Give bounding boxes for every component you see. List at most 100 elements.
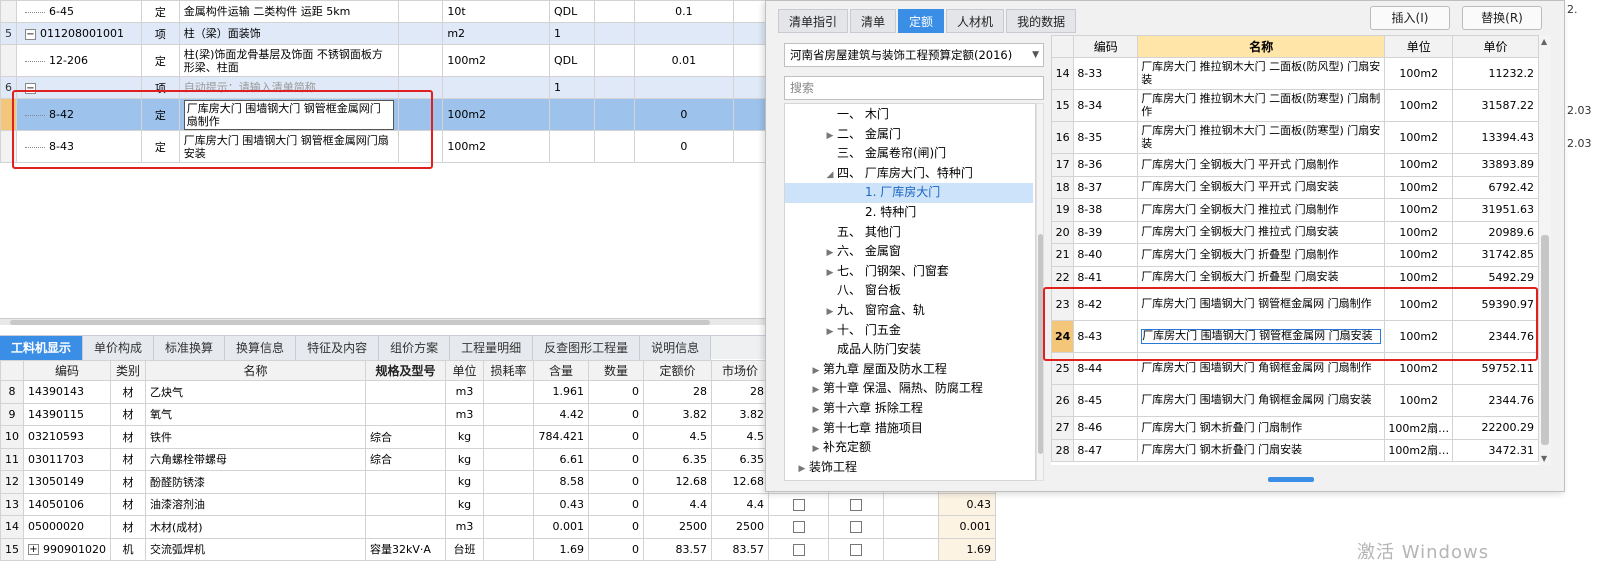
material-quota-price[interactable]: 4.4 bbox=[643, 492, 712, 516]
checkbox[interactable] bbox=[850, 498, 862, 511]
material-name[interactable]: 油漆溶剂油 bbox=[145, 492, 366, 516]
tab-9[interactable]: 说明信息 bbox=[640, 336, 712, 360]
material-code[interactable]: 14390143 bbox=[23, 380, 111, 404]
bill-name[interactable]: 柱（梁）面装饰 bbox=[178, 22, 399, 45]
expand-arrow-icon[interactable]: ▶ bbox=[795, 460, 809, 480]
material-category[interactable]: 材 bbox=[110, 380, 146, 404]
material-loss-rate[interactable] bbox=[483, 492, 534, 516]
bill-quantity-expression[interactable] bbox=[548, 130, 595, 163]
checkbox[interactable] bbox=[850, 543, 862, 556]
material-content[interactable]: 8.58 bbox=[533, 470, 589, 494]
collapse-icon[interactable]: − bbox=[25, 82, 36, 94]
checkbox[interactable] bbox=[792, 498, 805, 511]
material-quantity[interactable]: 0 bbox=[588, 537, 644, 561]
tree-node[interactable]: ▶ 第十章 保温、隔热、防腐工程 bbox=[785, 379, 1033, 399]
material-market-price[interactable]: 12.68 bbox=[711, 470, 769, 494]
material-quantity[interactable]: 0 bbox=[588, 492, 644, 516]
quota-row[interactable]: 23 8-42 厂库房大门 围墙钢大门 钢管框金属网 门扇制作 100m2 59390.… bbox=[1051, 288, 1539, 321]
quota-row[interactable]: 26 8-45 厂库房大门 围墙钢大门 角钢框金属网 门扇安装 100m2 2344.7… bbox=[1051, 384, 1539, 417]
bill-quantity-expression[interactable]: 1 bbox=[548, 22, 595, 45]
material-spec[interactable]: 综合 bbox=[365, 447, 446, 471]
bill-quantity[interactable]: 0.01 bbox=[633, 44, 735, 77]
material-name[interactable]: 氧气 bbox=[145, 402, 366, 426]
quota-row[interactable]: 16 8-35 厂库房大门 推拉钢木大门 二面板(防寒型) 门扇安装 100m2 133… bbox=[1051, 121, 1539, 154]
material-loss-rate[interactable] bbox=[483, 380, 534, 404]
bill-quantity[interactable] bbox=[633, 76, 735, 99]
material-loss-rate[interactable] bbox=[483, 425, 534, 449]
material-name[interactable]: 交流弧焊机 bbox=[145, 537, 366, 561]
material-category[interactable]: 材 bbox=[110, 470, 146, 494]
material-content[interactable]: 0.001 bbox=[533, 515, 589, 539]
bill-code-cell[interactable]: 8-42 bbox=[16, 98, 142, 131]
tab-8[interactable]: 反查图形工程量 bbox=[533, 336, 641, 360]
scroll-down-icon[interactable]: ▼ bbox=[1541, 454, 1547, 463]
tree-node[interactable]: ▶ 补充定额 bbox=[785, 438, 1033, 458]
bill-code-cell[interactable]: 6-45 bbox=[16, 0, 142, 23]
material-quantity[interactable]: 0 bbox=[588, 515, 644, 539]
dialog-tab-3[interactable]: 定额 bbox=[898, 9, 945, 33]
tree-node[interactable]: 三、 金属卷帘(闸)门 bbox=[785, 144, 1033, 164]
material-category[interactable]: 材 bbox=[110, 515, 146, 539]
material-code[interactable]: +990901020 bbox=[23, 537, 111, 561]
checkbox[interactable] bbox=[792, 521, 805, 534]
tree-node[interactable]: ▶ 装饰工程 bbox=[785, 458, 1033, 478]
material-market-price[interactable]: 28 bbox=[711, 380, 769, 404]
material-category[interactable]: 材 bbox=[110, 492, 146, 516]
tab-1[interactable]: 工料机显示 bbox=[0, 336, 84, 360]
material-category[interactable]: 机 bbox=[110, 537, 146, 561]
quota-row[interactable]: 24 8-43 厂库房大门 围墙钢大门 钢管框金属网 门扇安装 100m2 2344.7… bbox=[1051, 320, 1539, 353]
material-row[interactable]: 14 05000020 材木材(成材) m3 0.001 0 2500 2500 0.001 bbox=[0, 515, 996, 539]
material-quantity[interactable]: 0 bbox=[588, 425, 644, 449]
material-spec[interactable] bbox=[365, 380, 446, 404]
tree-node[interactable]: 1. 厂库房大门 bbox=[785, 183, 1033, 203]
quota-row[interactable]: 18 8-37 厂库房大门 全钢板大门 平开式 门扇安装 100m2 6792.42 bbox=[1051, 175, 1539, 199]
dialog-tab-2[interactable]: 清单 bbox=[850, 9, 897, 33]
material-quota-price[interactable]: 6.35 bbox=[643, 447, 712, 471]
material-category[interactable]: 材 bbox=[110, 402, 146, 426]
bill-grid-hscroll[interactable] bbox=[0, 318, 780, 325]
resize-handle[interactable] bbox=[1268, 477, 1314, 482]
material-unit[interactable]: m3 bbox=[445, 515, 484, 539]
material-category[interactable]: 材 bbox=[110, 425, 146, 449]
quota-row[interactable]: 27 8-46 厂库房大门 钢木折叠门 门扇制作 100m2扇… 22200.29 bbox=[1051, 416, 1539, 440]
material-name[interactable]: 酚醛防锈漆 bbox=[145, 470, 366, 494]
tab-6[interactable]: 组价方案 bbox=[379, 336, 451, 360]
tree-node[interactable]: ▶ 九、 窗帘盒、轨 bbox=[785, 301, 1033, 321]
checkbox[interactable] bbox=[792, 543, 805, 556]
checkbox[interactable] bbox=[850, 521, 862, 534]
expand-icon[interactable]: + bbox=[28, 544, 39, 556]
tab-3[interactable]: 标准换算 bbox=[154, 336, 226, 360]
tree-node[interactable]: ▶ 第十七章 措施项目 bbox=[785, 419, 1033, 439]
insert-button[interactable]: 插入(I) bbox=[1370, 6, 1450, 30]
material-quantity[interactable]: 0 bbox=[588, 447, 644, 471]
material-code[interactable]: 03011703 bbox=[23, 447, 111, 471]
material-market-price[interactable]: 4.4 bbox=[711, 492, 769, 516]
material-name[interactable]: 乙炔气 bbox=[145, 380, 366, 404]
bill-quantity[interactable] bbox=[633, 22, 735, 45]
quota-row[interactable]: 28 8-47 厂库房大门 钢木折叠门 门扇安装 100m2扇… 3472.31 bbox=[1051, 438, 1539, 462]
tree-node[interactable]: ▶ 第九章 屋面及防水工程 bbox=[785, 360, 1033, 380]
material-loss-rate[interactable] bbox=[483, 537, 534, 561]
material-row[interactable]: 15 +990901020 机交流弧焊机 容量32kV·A 台班 1.69 0 83.57 83… bbox=[0, 537, 996, 561]
material-unit[interactable]: kg bbox=[445, 492, 484, 516]
bill-code-cell[interactable]: − bbox=[16, 76, 142, 99]
tab-2[interactable]: 单价构成 bbox=[83, 336, 155, 360]
quota-scrollbar-thumb[interactable] bbox=[1541, 235, 1549, 445]
bill-code-cell[interactable]: 8-43 bbox=[16, 130, 142, 163]
material-content[interactable]: 784.421 bbox=[533, 425, 589, 449]
material-unit[interactable]: 台班 bbox=[445, 537, 484, 561]
quota-scrollbar[interactable]: ▲ ▼ bbox=[1539, 35, 1551, 465]
material-unit[interactable]: m3 bbox=[445, 380, 484, 404]
tab-4[interactable]: 换算信息 bbox=[225, 336, 297, 360]
bill-quantity[interactable]: 0.1 bbox=[633, 0, 735, 23]
material-name[interactable]: 木材(成材) bbox=[145, 515, 366, 539]
tree-node[interactable]: ◢ 四、 厂库房大门、特种门 bbox=[785, 164, 1033, 184]
material-spec[interactable] bbox=[365, 470, 446, 494]
material-unit[interactable]: kg bbox=[445, 447, 484, 471]
material-spec[interactable] bbox=[365, 515, 446, 539]
dialog-tab-5[interactable]: 我的数据 bbox=[1006, 9, 1077, 33]
scroll-up-icon[interactable]: ▲ bbox=[1541, 37, 1547, 46]
quota-row[interactable]: 21 8-40 厂库房大门 全钢板大门 折叠型 门扇制作 100m2 31742.85 bbox=[1051, 243, 1539, 267]
bill-name[interactable]: 厂库房大门 围墙钢大门 钢管框金属网门扇制作 bbox=[178, 98, 399, 131]
tree-node[interactable]: ▶ 六、 金属窗 bbox=[785, 242, 1033, 262]
